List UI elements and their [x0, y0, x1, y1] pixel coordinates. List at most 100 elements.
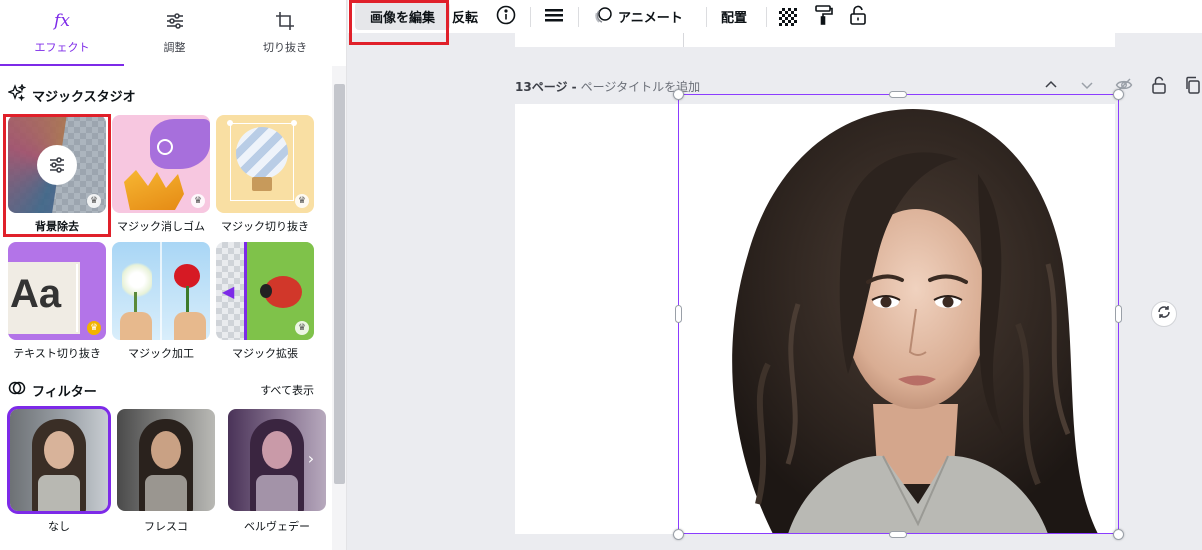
page-number: 13ページ - [515, 79, 577, 94]
tile-magic-expand[interactable]: ◀ ♛ マジック拡張 [216, 242, 314, 361]
page-up-button[interactable] [1043, 76, 1059, 96]
filter-fresco[interactable]: フレスコ [117, 409, 215, 534]
tab-effects[interactable]: fx エフェクト [0, 0, 124, 66]
see-all-link[interactable]: すべて表示 [260, 382, 314, 398]
page-header: 13ページ - ページタイトルを追加 [515, 77, 1115, 95]
edit-image-button[interactable]: 画像を編集 [355, 2, 450, 30]
magic-edit-thumbnail [112, 242, 210, 340]
chevron-up-icon [1043, 77, 1059, 96]
side-panel: fx エフェクト 調整 切り抜き マジックスタジオ ♛ 背景除去 ♛ マジック消… [0, 0, 347, 550]
toolbar-divider [706, 7, 707, 27]
sliders-icon [37, 145, 77, 185]
tab-adjust-label: 調整 [163, 41, 186, 54]
page-down-button[interactable] [1079, 76, 1095, 96]
magic-studio-title: マジックスタジオ [32, 89, 136, 105]
transparency-button[interactable] [779, 0, 797, 33]
paint-roller-icon [814, 4, 834, 30]
resize-handle-left[interactable] [675, 305, 682, 323]
animate-button[interactable]: アニメート [593, 0, 683, 33]
fx-icon: fx [54, 11, 70, 31]
tile-label: マジック切り抜き [221, 220, 309, 233]
info-icon [496, 5, 516, 29]
filter-none[interactable]: なし [7, 406, 111, 534]
tile-magic-grab[interactable]: ♛ マジック切り抜き [216, 115, 314, 234]
tile-background-remover[interactable]: ♛ 背景除去 [8, 115, 106, 234]
crown-icon: ♛ [87, 194, 101, 208]
text-grab-sample: Aa [10, 272, 62, 316]
tile-label: 背景除去 [35, 220, 79, 233]
tile-label: マジック加工 [128, 347, 194, 360]
sparkle-icon [7, 83, 27, 106]
filters-heading: フィルター [8, 379, 97, 401]
filter-label: フレスコ [144, 520, 188, 533]
magic-grab-thumbnail: ♛ [216, 115, 314, 213]
lock-button[interactable] [849, 0, 867, 33]
portrait-image[interactable] [678, 104, 1118, 534]
flip-button[interactable]: 反転 [452, 0, 478, 33]
resize-handle-bottom-left[interactable] [673, 529, 684, 540]
toolbar-divider [766, 7, 767, 27]
border-style-button[interactable] [544, 0, 564, 33]
rotate-icon [1156, 304, 1172, 324]
info-button[interactable] [496, 0, 516, 33]
filter-label: なし [48, 520, 70, 533]
top-toolbar: 画像を編集 反転 アニメート 配置 [348, 0, 1202, 33]
filter-none-thumbnail [7, 406, 111, 514]
panel-scrollbar-thumb[interactable] [334, 84, 345, 484]
filter-belvedere[interactable]: ベルヴェデー [228, 409, 326, 534]
tile-label: マジック消しゴム [117, 220, 205, 233]
unlock-icon [849, 5, 867, 29]
background-remover-thumbnail: ♛ [8, 115, 106, 213]
resize-handle-bottom-right[interactable] [1113, 529, 1124, 540]
crown-icon: ♛ [295, 321, 309, 335]
chevron-right-icon[interactable]: › [300, 448, 322, 470]
crown-icon: ♛ [191, 194, 205, 208]
tab-effects-label: エフェクト [34, 41, 90, 54]
resize-handle-top-left[interactable] [673, 89, 684, 100]
chevron-down-icon [1079, 77, 1095, 96]
crown-icon: ♛ [87, 321, 101, 335]
crop-icon [274, 9, 296, 33]
panel-tabs: fx エフェクト 調整 切り抜き [0, 0, 346, 66]
tile-magic-eraser[interactable]: ♛ マジック消しゴム [112, 115, 210, 234]
copy-icon [1185, 76, 1201, 97]
tile-label: マジック拡張 [232, 347, 298, 360]
tab-crop-label: 切り抜き [263, 41, 307, 54]
resize-handle-right[interactable] [1115, 305, 1122, 323]
tile-magic-edit[interactable]: マジック加工 [112, 242, 210, 361]
filter-label: ベルヴェデー [244, 520, 310, 533]
toolbar-divider [578, 7, 579, 27]
tab-crop[interactable]: 切り抜き [235, 0, 335, 66]
position-label: 配置 [721, 11, 748, 26]
edit-image-label: 画像を編集 [369, 10, 435, 26]
filters-title: フィルター [32, 384, 97, 400]
line-weight-icon [544, 5, 564, 29]
animate-label: アニメート [618, 11, 683, 26]
lock-page-button[interactable] [1151, 76, 1167, 96]
resize-handle-bottom[interactable] [889, 531, 907, 538]
filter-icon [8, 379, 26, 401]
filter-fresco-thumbnail [117, 409, 215, 511]
tile-label: テキスト切り抜き [13, 347, 101, 360]
panel-body: マジックスタジオ ♛ 背景除去 ♛ マジック消しゴム ♛ マジック切り抜き Aa… [0, 66, 332, 550]
tab-adjust[interactable]: 調整 [124, 0, 225, 66]
tile-text-grab[interactable]: Aa ♛ テキスト切り抜き [8, 242, 106, 361]
copy-style-button[interactable] [814, 0, 834, 33]
unlock-icon [1151, 76, 1167, 97]
transparency-icon [779, 7, 797, 26]
text-grab-thumbnail: Aa ♛ [8, 242, 106, 340]
magic-studio-heading: マジックスタジオ [7, 83, 136, 106]
toolbar-divider [530, 7, 531, 27]
duplicate-page-button[interactable] [1185, 76, 1201, 96]
flip-label: 反転 [452, 11, 479, 26]
rotate-button[interactable] [1151, 301, 1177, 327]
magic-expand-thumbnail: ◀ ♛ [216, 242, 314, 340]
crown-icon: ♛ [295, 194, 309, 208]
resize-handle-top-right[interactable] [1113, 89, 1124, 100]
resize-handle-top[interactable] [889, 91, 907, 98]
magic-eraser-thumbnail: ♛ [112, 115, 210, 213]
arrow-left-icon: ◀ [222, 282, 235, 301]
position-button[interactable]: 配置 [721, 0, 747, 33]
previous-page-edge [515, 33, 1115, 47]
animate-icon [593, 5, 613, 29]
